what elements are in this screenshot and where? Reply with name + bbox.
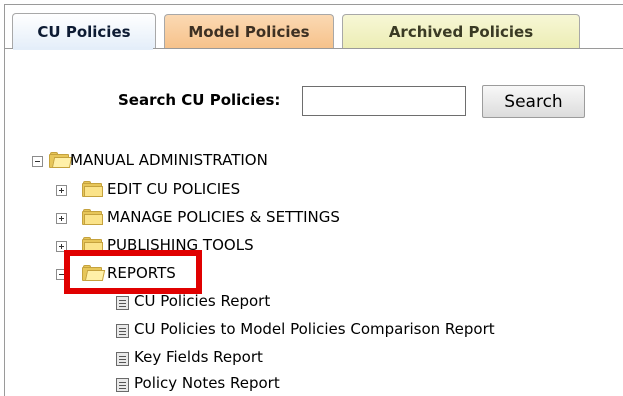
- search-input[interactable]: [302, 86, 466, 116]
- collapse-icon[interactable]: [32, 156, 43, 167]
- expand-icon[interactable]: [56, 213, 67, 224]
- tree-node-edit-cu-policies[interactable]: EDIT CU POLICIES: [107, 180, 240, 198]
- tree-node-manage-policies-settings[interactable]: MANAGE POLICIES & SETTINGS: [107, 208, 340, 226]
- tree-node-manual-administration[interactable]: MANUAL ADMINISTRATION: [70, 151, 268, 169]
- folder-open-icon: [49, 152, 73, 168]
- search-button[interactable]: Search: [482, 85, 585, 118]
- folder-icon: [82, 181, 104, 197]
- tree-leaf-comparison-report[interactable]: CU Policies to Model Policies Comparison…: [134, 320, 495, 338]
- report-document-icon: [116, 352, 129, 366]
- search-label: Search CU Policies:: [118, 91, 281, 109]
- tab-archived-policies[interactable]: Archived Policies: [342, 14, 580, 48]
- tree-leaf-key-fields-report[interactable]: Key Fields Report: [134, 348, 263, 366]
- folder-icon: [82, 209, 104, 225]
- tab-cu-policies[interactable]: CU Policies: [12, 13, 156, 49]
- expand-icon[interactable]: [56, 185, 67, 196]
- report-document-icon: [116, 324, 129, 338]
- highlight-box: [64, 250, 202, 294]
- tree-leaf-cu-policies-report[interactable]: CU Policies Report: [134, 292, 270, 310]
- tab-bar: CU Policies Model Policies Archived Poli…: [0, 0, 623, 53]
- report-document-icon: [116, 296, 129, 310]
- tab-model-policies[interactable]: Model Policies: [164, 14, 334, 48]
- tree-leaf-policy-notes-report[interactable]: Policy Notes Report: [134, 374, 280, 392]
- report-document-icon: [116, 378, 129, 392]
